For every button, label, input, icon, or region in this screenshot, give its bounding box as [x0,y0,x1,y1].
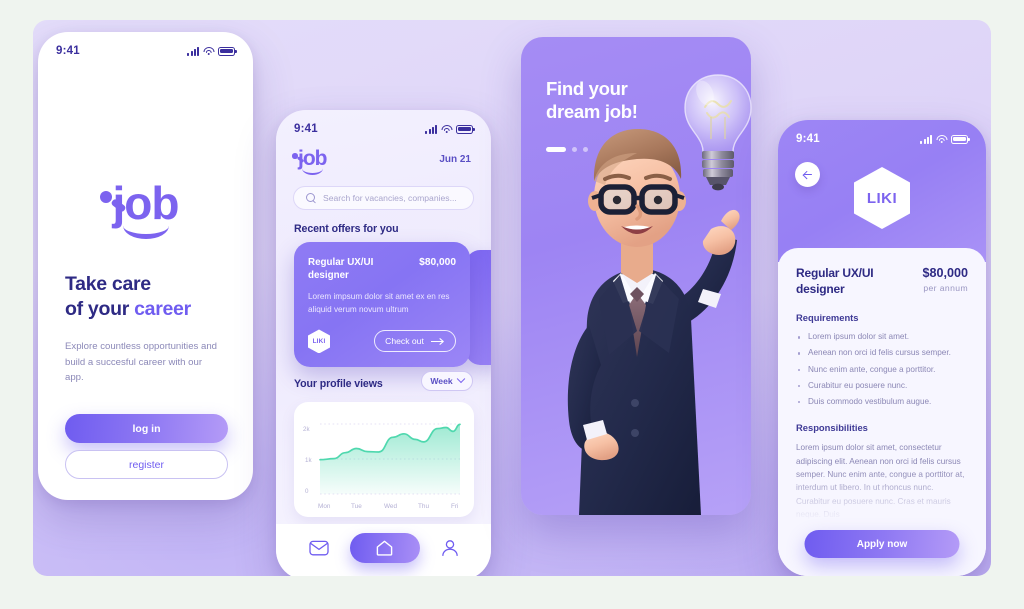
phone-onboarding: 9:41 job Take care of your career Explor… [38,32,253,500]
status-bar: 9:41 [276,110,491,140]
offer-description: Lorem impsum dolor sit amet ex en res al… [308,292,450,314]
promo-title-line-1: Find your [546,78,628,99]
company-logo: LIKI [854,167,910,229]
mail-icon[interactable] [308,540,329,556]
range-selector[interactable]: Week [421,371,473,391]
login-button[interactable]: log in [65,414,228,443]
battery-icon [951,134,970,144]
wifi-icon [203,46,214,56]
wifi-icon [936,134,947,144]
app-logo[interactable]: job [292,148,327,175]
headline-prefix: of your [65,297,135,320]
profile-views-chart: 2k 1k 0 Mon Tue Wed Thu Fri [294,402,474,517]
company-logo-text: LIKI [312,337,326,345]
logo-smile [302,167,323,175]
responsibilities-body: Lorem ipsum dolor sit amet, consectetur … [796,443,965,519]
phone-home: 9:41 job Jun 21 Search for vacancies, co… [276,110,491,576]
headline-line-2: of your career [65,297,235,322]
current-date: Jun 21 [439,154,471,165]
list-item: Curabitur eu posuere nunc. [796,381,968,392]
job-salary: $80,000 [922,266,968,280]
offer-card[interactable]: Regular UX/UI designer $80,000 Lorem imp… [294,242,470,367]
company-logo-text: LIKI [866,189,898,207]
design-canvas: 9:41 job Take care of your career Explor… [33,20,991,576]
register-button[interactable]: register [65,450,228,479]
check-out-label: Check out [385,336,424,347]
bottom-nav [276,524,491,576]
back-button[interactable] [795,162,820,187]
status-bar: 9:41 [38,32,253,62]
profile-icon[interactable] [441,539,459,557]
check-out-button[interactable]: Check out [374,330,456,353]
x-tick-tue: Tue [351,503,362,510]
offer-salary: $80,000 [419,257,456,268]
onboarding-subtitle: Explore countless opportunities and buil… [65,341,217,384]
promo-panel: Find your dream job! [521,37,752,515]
signal-bars-icon [187,46,199,56]
list-item: Lorem ipsum dolor sit amet. [796,332,968,343]
signal-bars-icon [920,134,932,144]
page-title: Take care of your career [65,272,235,322]
apply-bar: Apply now [778,520,986,576]
status-time: 9:41 [56,45,80,57]
range-label: Week [430,376,453,386]
headline-line-1: Take care [65,273,151,295]
search-placeholder: Search for vacancies, companies... [323,193,457,203]
phone-job-detail: 9:41 LIKI Regular UX/UI designer $80,000… [778,120,986,576]
responsibilities-heading: Responsibilities [796,422,868,434]
x-tick-fri: Fri [451,503,459,510]
x-tick-wed: Wed [384,503,398,510]
logo-wordmark: job [112,177,180,229]
x-tick-mon: Mon [318,503,331,510]
signal-bars-icon [425,124,437,134]
chevron-down-icon [456,374,465,384]
status-time: 9:41 [294,123,318,135]
arrow-left-icon [803,170,812,179]
x-tick-thu: Thu [418,503,430,510]
battery-icon [218,46,237,56]
logo-dot [99,191,112,203]
requirements-list: Lorem ipsum dolor sit amet. Aenean non o… [796,332,968,407]
arrow-right-icon [430,338,444,345]
app-logo: job [99,177,180,239]
company-logo: LIKI [308,329,330,354]
businessman-illustration [567,129,740,515]
job-title: Regular UX/UI designer [796,266,874,296]
list-item: Aenean non orci id felis cursus semper. [796,348,968,359]
search-icon [306,193,316,203]
salary-period: per annum [923,283,968,293]
status-bar: 9:41 [778,120,986,150]
apply-now-button[interactable]: Apply now [804,530,960,558]
list-item: Nunc enim ante, congue a porttitor. [796,365,968,376]
recent-offers-title: Recent offers for you [294,223,399,235]
chart-plot [319,423,461,495]
headline-accent: career [134,297,191,320]
logo-smile [122,223,169,239]
requirements-heading: Requirements [796,312,859,324]
status-time: 9:41 [796,133,820,145]
list-item: Duis commodo vestibulum augue. [796,397,968,408]
wifi-icon [441,124,452,134]
profile-views-title: Your profile views [294,378,383,390]
home-nav-button[interactable] [349,533,420,563]
battery-icon [456,124,475,134]
search-input[interactable]: Search for vacancies, companies... [293,186,474,210]
offer-title: Regular UX/UI designer [308,257,374,281]
home-icon [376,540,393,556]
